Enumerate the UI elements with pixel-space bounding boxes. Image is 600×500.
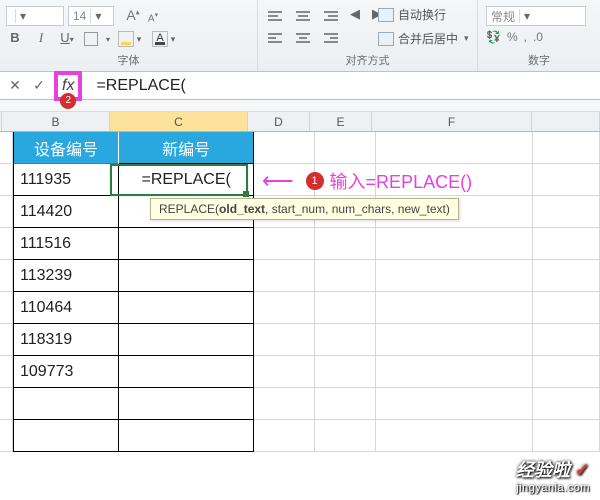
increase-decimal-button[interactable]: .0 <box>533 30 543 44</box>
table-cell[interactable] <box>13 388 119 420</box>
spreadsheet-grid[interactable]: 设备编号 新编号 111935 =REPLACE( 114420 111516 … <box>0 132 600 452</box>
cancel-formula-button[interactable]: ✕ <box>6 77 24 94</box>
chevron-down-icon: ▾ <box>90 9 104 23</box>
table-cell[interactable]: 111935 <box>13 164 119 196</box>
table-header-new-id: 新编号 <box>119 132 254 164</box>
underline-button[interactable]: U▾ <box>58 30 76 48</box>
currency-button[interactable]: 💱 <box>486 30 501 44</box>
annotation-badge-1: 1 <box>306 172 324 190</box>
check-icon: ✓ <box>575 460 590 480</box>
table-cell[interactable] <box>119 260 254 292</box>
ribbon-group-number: 常规▾ 💱 % , .0 数字 <box>478 0 600 71</box>
col-header[interactable]: D <box>248 112 310 131</box>
table-cell[interactable] <box>119 324 254 356</box>
chevron-down-icon: ▾ <box>15 9 29 23</box>
ribbon-group-label: 数字 <box>478 52 600 68</box>
annotation-badge-2: 2 <box>60 93 76 109</box>
table-cell[interactable] <box>119 228 254 260</box>
font-color-button[interactable]: A▾ <box>152 31 178 47</box>
watermark: 经验啦 ✓ jingyanla.com <box>516 456 590 494</box>
wrap-text-button[interactable]: 自动换行 <box>378 6 446 23</box>
font-size-combo[interactable]: 14▾ <box>68 6 114 26</box>
ribbon-group-label: 字体 <box>0 52 257 68</box>
table-cell[interactable] <box>119 356 254 388</box>
arrow-left-icon: ⟵ <box>262 168 294 194</box>
confirm-formula-button[interactable]: ✓ <box>30 77 48 94</box>
fill-color-button[interactable]: ▾ <box>118 31 144 47</box>
border-button[interactable] <box>84 32 98 46</box>
decrease-indent-button[interactable]: ◀ <box>346 6 364 24</box>
col-header[interactable]: F <box>372 112 532 131</box>
annotation-input-replace: ⟵ 1 输入=REPLACE() <box>262 168 472 194</box>
table-cell[interactable] <box>13 420 119 452</box>
table-cell[interactable]: 110464 <box>13 292 119 324</box>
comma-button[interactable]: , <box>524 30 527 44</box>
spacer-bar <box>0 100 600 112</box>
italic-button[interactable]: I <box>32 30 50 48</box>
table-cell[interactable]: 111516 <box>13 228 119 260</box>
col-header[interactable]: E <box>310 112 372 131</box>
table-cell[interactable] <box>119 420 254 452</box>
ribbon: ▾ 14▾ A▴ A▾ B I U▾ ▾ ▾ A▾ 字体 <box>0 0 600 72</box>
chevron-down-icon: ▾ <box>519 9 533 23</box>
column-headers: B C D E F <box>0 112 600 132</box>
shrink-font-button[interactable]: A▾ <box>144 7 162 25</box>
number-format-combo[interactable]: 常规▾ <box>486 6 586 26</box>
ribbon-group-label: 对齐方式 <box>258 52 477 68</box>
table-cell[interactable]: 113239 <box>13 260 119 292</box>
table-cell[interactable]: 114420 <box>13 196 119 228</box>
col-header[interactable]: B <box>2 112 110 131</box>
active-cell[interactable]: =REPLACE( <box>119 164 254 196</box>
font-family-combo[interactable]: ▾ <box>6 6 64 26</box>
table-cell[interactable] <box>119 388 254 420</box>
table-header-device-id: 设备编号 <box>13 132 119 164</box>
formula-input[interactable] <box>88 74 600 98</box>
function-tooltip: REPLACE(old_text, start_num, num_chars, … <box>150 198 459 220</box>
merge-icon <box>378 32 394 46</box>
formula-bar: ✕ ✓ fx 2 <box>0 72 600 100</box>
table-cell[interactable]: 109773 <box>13 356 119 388</box>
insert-function-button[interactable]: fx 2 <box>54 71 82 101</box>
col-header[interactable]: C <box>110 112 248 131</box>
ribbon-group-font: ▾ 14▾ A▴ A▾ B I U▾ ▾ ▾ A▾ 字体 <box>0 0 258 71</box>
alignment-buttons[interactable] <box>268 6 338 48</box>
merge-center-button[interactable]: 合并后居中▾ <box>378 30 469 47</box>
wrap-icon <box>378 8 394 22</box>
ribbon-group-alignment: ◀ ▶ 自动换行 合并后居中▾ 对齐方式 <box>258 0 478 71</box>
table-cell[interactable]: 118319 <box>13 324 119 356</box>
bold-button[interactable]: B <box>6 30 24 48</box>
grow-font-button[interactable]: A▴ <box>124 7 142 25</box>
percent-button[interactable]: % <box>507 30 518 44</box>
table-cell[interactable] <box>119 292 254 324</box>
